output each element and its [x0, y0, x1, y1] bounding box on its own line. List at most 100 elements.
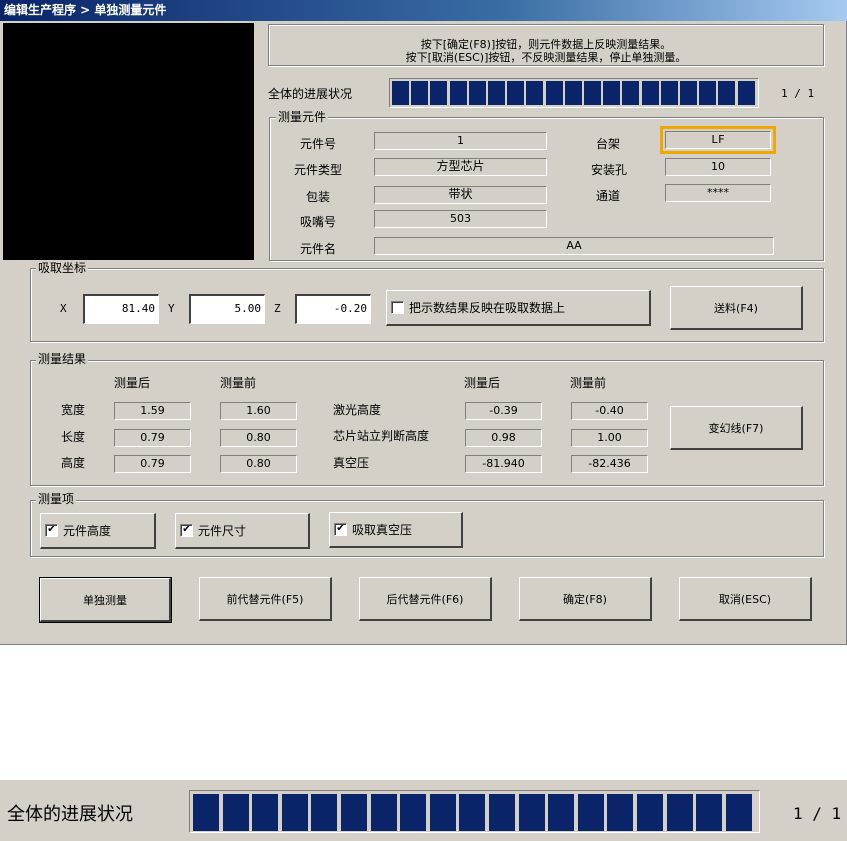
reflect-checkbox-box[interactable] — [391, 301, 404, 314]
part-no-field: 1 — [374, 132, 547, 150]
y-label: Y — [168, 302, 175, 315]
results-group-title: 测量结果 — [36, 352, 89, 366]
hole-field: 10 — [665, 158, 771, 176]
height-after: 0.79 — [114, 455, 191, 473]
progress-segment — [718, 81, 736, 105]
stand-height-label: 芯片站立判断高度 — [333, 429, 430, 443]
progress-segment — [603, 81, 621, 105]
part-no-label: 元件号 — [300, 137, 337, 151]
progress-segment — [222, 794, 249, 831]
progress-fill — [392, 79, 758, 109]
part-type-label: 元件类型 — [294, 163, 343, 177]
progress-segment — [660, 81, 678, 105]
length-before: 0.80 — [220, 429, 297, 447]
channel-label: 通道 — [596, 189, 621, 203]
progress-segment — [392, 81, 409, 105]
instruction-line-1: 按下[确定(F8)]按钮，则元件数据上反映测量结果。 — [420, 38, 672, 51]
progress-segment — [680, 81, 697, 105]
progress-segment — [281, 794, 308, 831]
progress-segment — [622, 81, 640, 105]
progress-segment — [449, 81, 467, 105]
item-part-height-checkbox[interactable]: ✔ 元件高度 — [40, 513, 156, 549]
x-label: X — [60, 302, 67, 315]
feed-button[interactable]: 送料(F4) — [670, 286, 803, 330]
change-line-button[interactable]: 变幻线(F7) — [670, 406, 803, 450]
after-header: 测量后 — [114, 376, 151, 390]
width-label: 宽度 — [61, 403, 86, 417]
progress-segment — [526, 81, 544, 105]
instruction-message: 按下[确定(F8)]按钮，则元件数据上反映测量结果。 按下[取消(ESC)]按钮… — [268, 24, 824, 66]
prev-part-button[interactable]: 前代替元件(F5) — [199, 577, 332, 621]
progress-segment — [341, 794, 367, 831]
reflect-checkbox-label: 把示数结果反映在吸取数据上 — [409, 301, 566, 315]
progress-bar — [389, 78, 759, 108]
nozzle-field: 503 — [374, 210, 547, 228]
zoomed-progress-panel: 全体的进展状况 1 / 1 — [0, 780, 847, 841]
height-before: 0.80 — [220, 455, 297, 473]
progress-segment — [252, 794, 279, 831]
progress-segment — [607, 794, 634, 831]
progress-segment — [564, 81, 582, 105]
progress-segment — [459, 794, 486, 831]
cancel-button[interactable]: 取消(ESC) — [679, 577, 812, 621]
vacuum-after: -81.940 — [465, 455, 542, 473]
y-input[interactable]: 5.00 — [189, 294, 265, 324]
zoomed-progress-fill — [193, 791, 756, 834]
package-label: 包装 — [306, 190, 331, 204]
progress-segment — [488, 81, 505, 105]
item-vacuum-box[interactable]: ✔ — [334, 523, 347, 536]
progress-segment — [584, 81, 601, 105]
item-part-size-checkbox[interactable]: ✔ 元件尺寸 — [175, 513, 310, 549]
item-vacuum-checkbox[interactable]: ✔ 吸取真空压 — [329, 512, 463, 548]
length-after: 0.79 — [114, 429, 191, 447]
item-part-height-box[interactable]: ✔ — [45, 524, 58, 537]
zoomed-progress-counter: 1 / 1 — [793, 804, 842, 823]
zoomed-progress-label: 全体的进展状况 — [7, 804, 133, 825]
zoomed-progress-bar — [189, 790, 760, 833]
instruction-line-2: 按下[取消(ESC)]按钮，不反映测量结果，停止单独测量。 — [405, 51, 687, 64]
x-input[interactable]: 81.40 — [83, 294, 159, 324]
progress-segment — [737, 81, 755, 105]
width-after: 1.59 — [114, 402, 191, 420]
progress-segment — [666, 794, 693, 831]
package-field: 带状 — [374, 186, 547, 204]
laser-height-before: -0.40 — [571, 402, 648, 420]
next-part-button[interactable]: 后代替元件(F6) — [359, 577, 492, 621]
progress-segment — [411, 81, 429, 105]
height-label: 高度 — [61, 456, 86, 470]
item-vacuum-label: 吸取真空压 — [352, 523, 413, 537]
title-bar: 编辑生产程序 > 单独测量元件 — [0, 0, 847, 21]
z-label: Z — [274, 302, 281, 315]
progress-segment — [507, 81, 525, 105]
dialog-window: 编辑生产程序 > 单独测量元件 按下[确定(F8)]按钮，则元件数据上反映测量结… — [0, 0, 847, 645]
width-before: 1.60 — [220, 402, 297, 420]
before-header-2: 测量前 — [570, 376, 607, 390]
progress-segment — [548, 794, 575, 831]
z-input[interactable]: -0.20 — [295, 294, 371, 324]
reflect-pickup-checkbox[interactable]: 把示数结果反映在吸取数据上 — [386, 290, 651, 326]
items-group-title: 测量项 — [36, 492, 77, 506]
before-header: 测量前 — [220, 376, 257, 390]
progress-segment — [696, 794, 723, 831]
part-name-label: 元件名 — [300, 242, 337, 256]
progress-segment — [699, 81, 717, 105]
item-part-height-label: 元件高度 — [63, 524, 112, 538]
nozzle-label: 吸嘴号 — [300, 215, 337, 229]
progress-segment — [468, 81, 486, 105]
laser-height-after: -0.39 — [465, 402, 542, 420]
laser-height-label: 激光高度 — [333, 403, 382, 417]
single-measure-button[interactable]: 单独测量 — [39, 577, 172, 623]
hole-label: 安装孔 — [591, 163, 628, 177]
rack-label: 台架 — [596, 137, 621, 151]
item-part-size-box[interactable]: ✔ — [180, 524, 193, 537]
part-name-field: AA — [374, 237, 774, 255]
part-type-field: 方型芯片 — [374, 158, 547, 176]
pickup-group-title: 吸取坐标 — [36, 261, 89, 275]
ok-button[interactable]: 确定(F8) — [519, 577, 652, 621]
progress-segment — [311, 794, 338, 831]
progress-segment — [545, 81, 563, 105]
stand-height-after: 0.98 — [465, 429, 542, 447]
progress-segment — [400, 794, 427, 831]
progress-segment — [370, 794, 397, 831]
progress-segment — [577, 794, 604, 831]
